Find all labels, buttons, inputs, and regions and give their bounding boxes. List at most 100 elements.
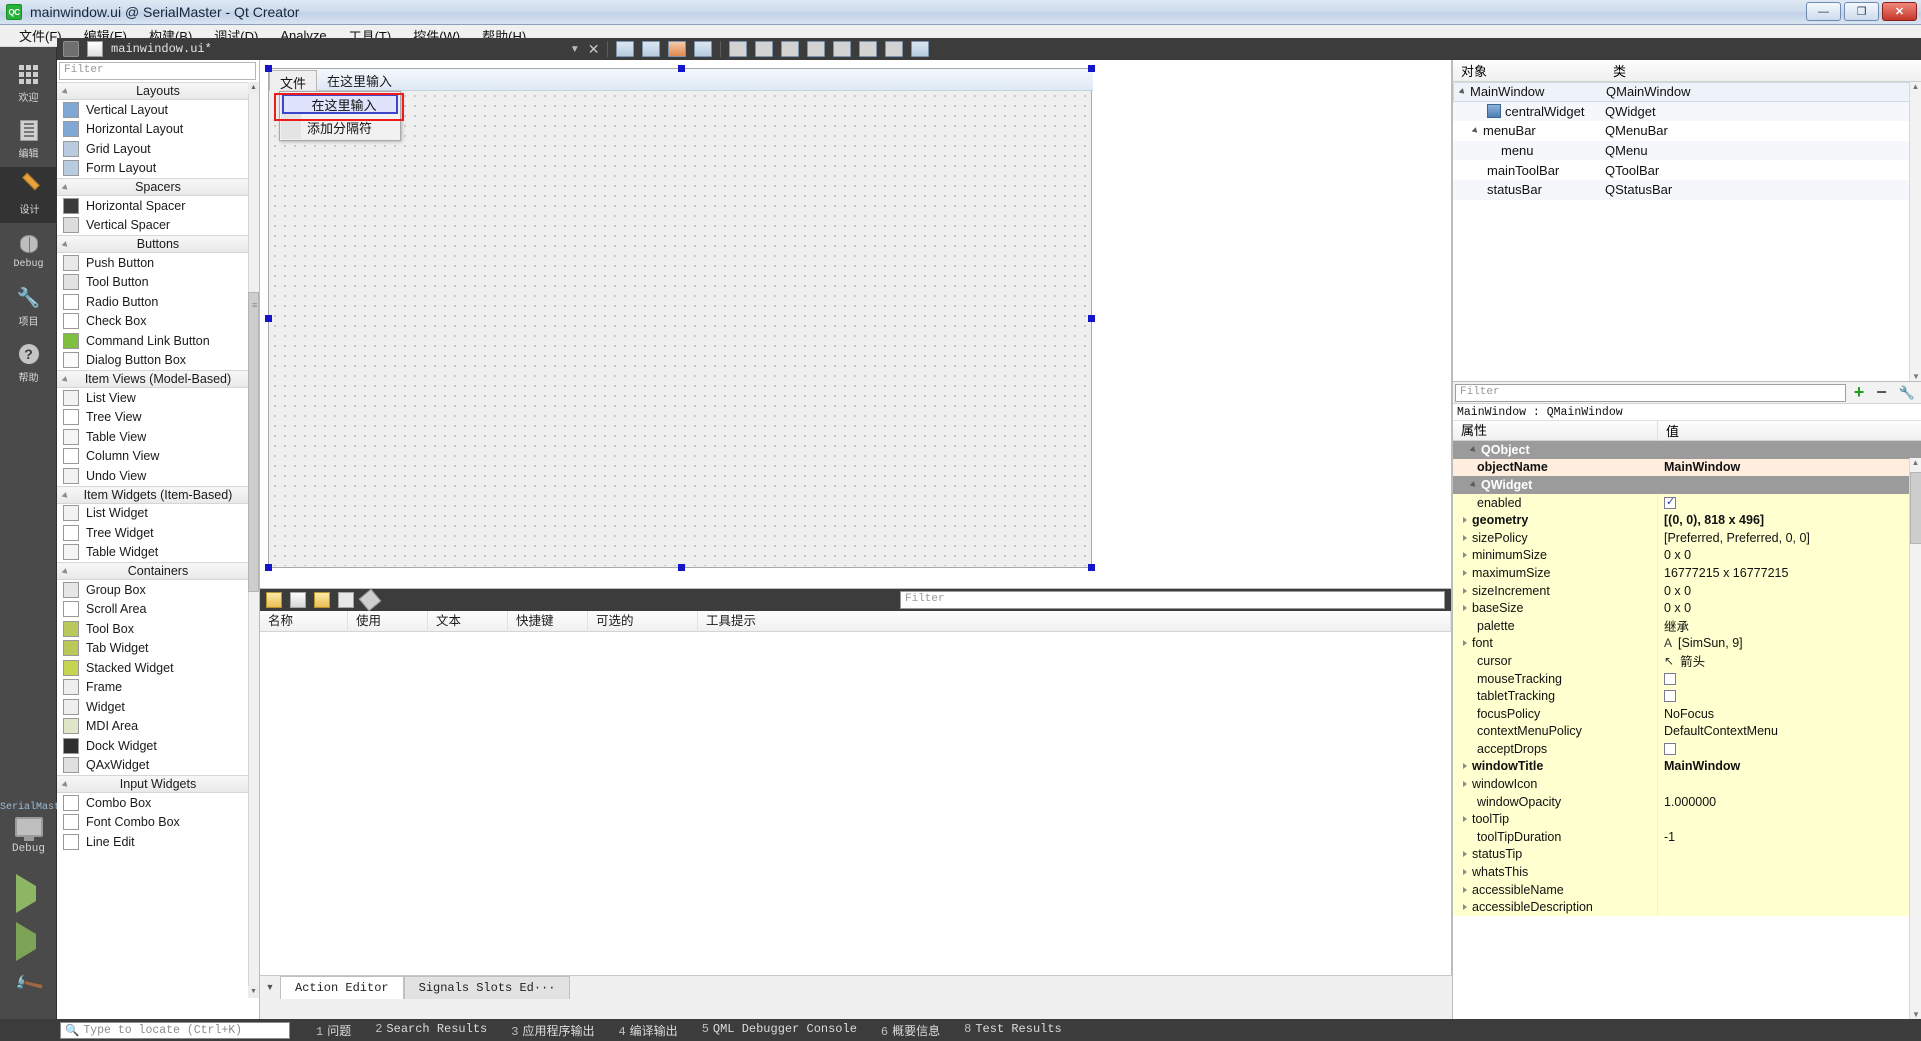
maximize-button[interactable]: ❐ — [1844, 2, 1879, 21]
property-row[interactable]: focusPolicy NoFocus — [1453, 704, 1921, 723]
property-row[interactable]: toolTip — [1453, 810, 1921, 829]
break-layout-icon[interactable] — [885, 41, 904, 57]
property-row[interactable]: geometry [(0, 0), 818 x 496] — [1453, 511, 1921, 529]
scroll-down-icon[interactable]: ▼ — [1910, 1010, 1921, 1019]
chevron-right-icon[interactable] — [1463, 781, 1467, 788]
widget-item-check-box[interactable]: Check Box — [57, 312, 259, 332]
chevron-right-icon[interactable] — [1463, 763, 1467, 770]
widget-item-undo-view[interactable]: Undo View — [57, 466, 259, 486]
widget-item-list-widget[interactable]: List Widget — [57, 504, 259, 524]
resize-handle-tr[interactable] — [1088, 65, 1095, 72]
chevron-down-icon[interactable] — [1458, 87, 1467, 96]
widget-item-grid-layout[interactable]: Grid Layout — [57, 139, 259, 159]
chevron-right-icon[interactable] — [1463, 851, 1467, 858]
widget-item-form-layout[interactable]: Form Layout — [57, 159, 259, 179]
property-row[interactable]: contextMenuPolicy DefaultContextMenu — [1453, 722, 1921, 741]
run-button[interactable] — [16, 874, 36, 913]
chevron-right-icon[interactable] — [1463, 605, 1467, 612]
chevron-right-icon[interactable] — [1463, 886, 1467, 893]
property-row[interactable]: baseSize 0 x 0 — [1453, 599, 1921, 617]
output-button-test-results[interactable]: 8 Test Results — [952, 1022, 1074, 1039]
resize-handle-br[interactable] — [1088, 564, 1095, 571]
output-button--[interactable]: 3 应用程序输出 — [499, 1022, 606, 1039]
widget-group-header[interactable]: Item Views (Model-Based) — [57, 370, 259, 388]
widget-item-line-edit[interactable]: Line Edit — [57, 832, 259, 852]
property-row[interactable]: mouseTracking — [1453, 669, 1921, 688]
widget-item-group-box[interactable]: Group Box — [57, 580, 259, 600]
kit-selector[interactable]: SerialMaster Debug — [0, 802, 72, 855]
widget-item-table-widget[interactable]: Table Widget — [57, 543, 259, 563]
property-checkbox[interactable] — [1664, 672, 1676, 685]
object-row[interactable]: menuBar QMenuBar — [1453, 121, 1921, 141]
chevron-right-icon[interactable] — [1463, 816, 1467, 823]
form-menu-file[interactable]: 文件 — [269, 70, 318, 91]
resize-handle-tl[interactable] — [265, 65, 272, 72]
mode-debug[interactable]: Debug — [0, 223, 57, 279]
widget-item-tab-widget[interactable]: Tab Widget — [57, 639, 259, 659]
minus-icon[interactable]: − — [1870, 382, 1893, 403]
run-debug-button[interactable] — [16, 922, 36, 961]
mode-help[interactable]: ? 帮助 — [0, 335, 57, 391]
property-row[interactable]: font A [SimSun, 9] — [1453, 634, 1921, 653]
property-row[interactable]: accessibleDescription — [1453, 898, 1921, 917]
resize-handle-mr[interactable] — [1088, 315, 1095, 322]
menu-item-new-editing[interactable]: 在这里输入 — [282, 94, 398, 114]
object-inspector-scrollbar[interactable]: ▲ ▼ — [1909, 82, 1921, 381]
form-menu-bar[interactable]: 文件 在这里输入 — [269, 69, 1093, 91]
chevron-right-icon[interactable] — [1463, 904, 1467, 911]
object-row[interactable]: centralWidget QWidget — [1453, 101, 1921, 122]
property-row[interactable]: minimumSize 0 x 0 — [1453, 546, 1921, 565]
widget-item-tool-box[interactable]: Tool Box — [57, 619, 259, 639]
widget-item-dialog-button-box[interactable]: Dialog Button Box — [57, 351, 259, 371]
mode-welcome[interactable]: 欢迎 — [0, 55, 57, 111]
chevron-down-icon[interactable] — [1471, 127, 1480, 135]
property-row[interactable]: statusTip — [1453, 845, 1921, 864]
chevron-down-icon[interactable]: ▼ — [570, 44, 580, 55]
widget-item-mdi-area[interactable]: MDI Area — [57, 717, 259, 737]
property-filter-input[interactable]: Filter — [1455, 383, 1846, 402]
property-row[interactable]: enabled — [1453, 493, 1921, 512]
design-canvas[interactable]: 文件 在这里输入 在这里输入 添加分隔符 — [260, 60, 1452, 588]
widget-item-widget[interactable]: Widget — [57, 697, 259, 717]
widget-box-list[interactable]: Layouts Vertical Layout Horizontal Layout G… — [57, 82, 259, 1000]
scroll-down-icon[interactable]: ▼ — [248, 986, 259, 998]
new-action-icon[interactable] — [266, 592, 282, 608]
tab-signals-slots-editor[interactable]: Signals Slots Ed··· — [403, 976, 571, 999]
widget-item-horizontal-spacer[interactable]: Horizontal Spacer — [57, 196, 259, 216]
widget-group-header[interactable]: Buttons — [57, 235, 259, 253]
property-checkbox[interactable] — [1664, 690, 1676, 703]
scroll-thumb[interactable] — [1910, 472, 1921, 544]
adjust-size-icon[interactable] — [911, 41, 930, 57]
delete-action-icon[interactable] — [338, 592, 354, 608]
close-icon[interactable]: ✕ — [588, 41, 600, 58]
widget-item-tree-widget[interactable]: Tree Widget — [57, 523, 259, 543]
widget-item-frame[interactable]: Frame — [57, 678, 259, 698]
edit-tab-order-icon[interactable] — [694, 41, 713, 57]
widget-item-table-view[interactable]: Table View — [57, 427, 259, 447]
action-editor-filter-input[interactable]: Filter — [900, 591, 1445, 609]
chevron-right-icon[interactable] — [1463, 569, 1467, 576]
property-row[interactable]: accessibleName — [1453, 880, 1921, 899]
chevron-down-icon[interactable] — [1469, 481, 1478, 489]
widget-item-dock-widget[interactable]: Dock Widget — [57, 736, 259, 756]
chevron-right-icon[interactable] — [1463, 587, 1467, 594]
layout-horizontally-icon[interactable] — [729, 41, 748, 57]
widget-item-list-view[interactable]: List View — [57, 388, 259, 408]
property-row[interactable]: cursor ↖ 箭头 — [1453, 652, 1921, 670]
chevron-right-icon[interactable] — [1463, 517, 1467, 524]
widget-group-header[interactable]: Item Widgets (Item-Based) — [57, 485, 259, 504]
property-row[interactable]: sizePolicy [Preferred, Preferred, 0, 0] — [1453, 528, 1921, 547]
tab-overflow-icon[interactable]: ▼ — [260, 976, 280, 999]
resize-handle-bm[interactable] — [678, 564, 685, 571]
widget-item-vertical-spacer[interactable]: Vertical Spacer — [57, 216, 259, 236]
layout-form-icon[interactable] — [833, 41, 852, 57]
copy-action-icon[interactable] — [290, 592, 306, 608]
property-row[interactable]: toolTipDuration -1 — [1453, 828, 1921, 846]
build-button[interactable]: 🔨 — [12, 969, 45, 1001]
widget-item-qaxwidget[interactable]: QAxWidget — [57, 756, 259, 776]
widget-item-horizontal-layout[interactable]: Horizontal Layout — [57, 120, 259, 140]
property-row[interactable]: palette 继承 — [1453, 616, 1921, 635]
object-row[interactable]: mainToolBar QToolBar — [1453, 160, 1921, 180]
mode-edit[interactable]: 编辑 — [0, 111, 57, 167]
wrench-icon[interactable]: 🔧 — [1893, 385, 1921, 401]
